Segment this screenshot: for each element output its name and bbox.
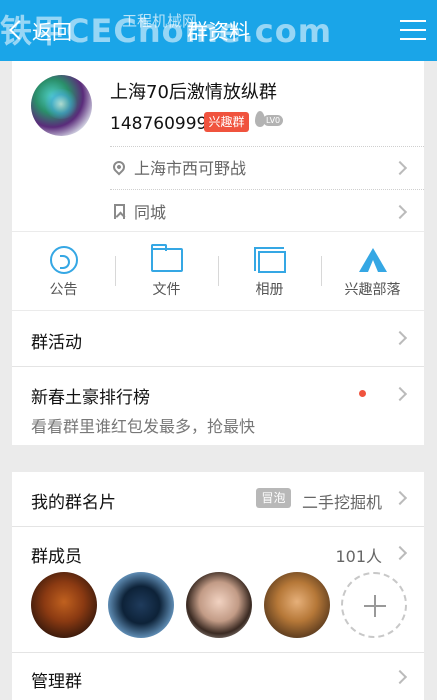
notice-button[interactable]: 公告 <box>12 232 115 310</box>
divider <box>110 146 424 147</box>
group-members-label: 群成员 <box>31 547 82 567</box>
files-button[interactable]: 文件 <box>115 232 218 310</box>
chevron-right-icon <box>392 386 408 402</box>
divider <box>110 189 424 190</box>
manage-group-label: 管理群 <box>31 672 82 692</box>
bookmark-icon <box>113 203 125 219</box>
group-id: 148760999 <box>110 114 208 134</box>
group-activity-row[interactable]: 群活动 <box>12 311 424 366</box>
chevron-right-icon <box>392 490 408 506</box>
tribe-button[interactable]: 兴趣部落 <box>321 232 424 310</box>
group-type-row[interactable]: 同城 <box>110 192 424 230</box>
top-bar: 铁甲CEChome.com 工程机械网 返回 群资料 <box>0 0 437 61</box>
page-title: 群资料 <box>187 20 250 44</box>
my-group-card-value: 二手挖掘机 <box>301 493 382 512</box>
ranking-row[interactable]: 新春土豪排行榜 看看群里谁红包发最多，抢最快 <box>12 367 424 445</box>
group-profile-card: 上海70后激情放纵群 148760999 兴趣群 LV0 上海市西可野战 同城 <box>12 61 424 231</box>
members-count: 101人 <box>335 547 382 566</box>
album-button[interactable]: 相册 <box>218 232 321 310</box>
location-text: 上海市西可野战 <box>134 159 247 178</box>
new-dot-badge <box>359 390 366 397</box>
chevron-right-icon <box>392 330 408 346</box>
group-tag-badge: 兴趣群 <box>204 112 249 132</box>
album-icon <box>253 247 286 273</box>
member-avatar[interactable] <box>31 572 97 638</box>
separator <box>321 256 322 286</box>
member-avatar[interactable] <box>108 572 174 638</box>
notice-icon <box>49 246 78 274</box>
level-badge: LV0 <box>255 111 284 127</box>
level-text: LV0 <box>263 115 284 126</box>
location-pin-icon <box>110 158 128 176</box>
menu-icon[interactable] <box>400 20 426 40</box>
separator <box>218 256 219 286</box>
album-label: 相册 <box>255 282 284 298</box>
tribe-icon <box>358 248 387 272</box>
group-avatar[interactable] <box>31 75 92 136</box>
group-name: 上海70后激情放纵群 <box>110 82 277 103</box>
add-member-button[interactable] <box>341 572 407 638</box>
files-label: 文件 <box>152 282 181 298</box>
ranking-subtitle: 看看群里谁红包发最多，抢最快 <box>31 417 256 436</box>
tribe-label: 兴趣部落 <box>344 282 401 298</box>
ranking-title: 新春土豪排行榜 <box>31 388 150 408</box>
group-type-text: 同城 <box>134 203 167 222</box>
group-activity-label: 群活动 <box>31 333 82 353</box>
location-row[interactable]: 上海市西可野战 <box>110 148 424 186</box>
my-group-card-label: 我的群名片 <box>31 493 116 513</box>
member-avatar[interactable] <box>186 572 252 638</box>
member-avatar[interactable] <box>264 572 330 638</box>
chevron-right-icon <box>392 545 408 561</box>
action-bar: 公告 文件 相册 兴趣部落 <box>12 232 424 310</box>
chevron-right-icon <box>392 669 408 685</box>
my-group-card-row[interactable]: 我的群名片 冒泡 二手挖掘机 <box>12 472 424 526</box>
separator <box>115 256 116 286</box>
bubble-badge: 冒泡 <box>256 488 291 508</box>
folder-icon <box>150 244 183 272</box>
manage-group-row[interactable]: 管理群 <box>12 653 424 700</box>
notice-label: 公告 <box>49 282 78 298</box>
